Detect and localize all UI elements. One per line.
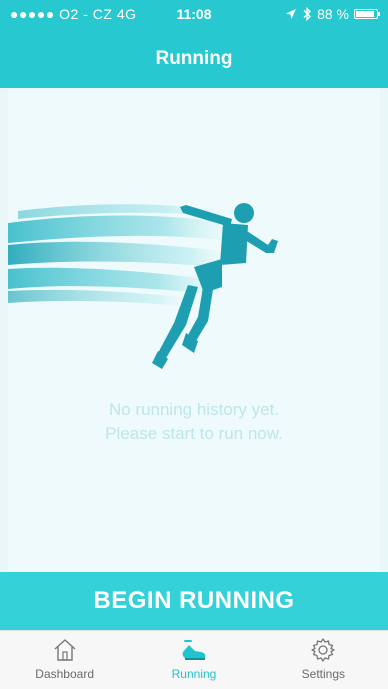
tab-dashboard-label: Dashboard bbox=[35, 667, 95, 681]
bluetooth-icon bbox=[303, 7, 312, 21]
page-title: Running bbox=[155, 48, 233, 69]
running-shoe-icon bbox=[182, 640, 206, 660]
tab-settings[interactable]: Settings bbox=[259, 631, 388, 689]
home-icon bbox=[54, 639, 76, 661]
gear-icon bbox=[311, 638, 335, 662]
tab-dashboard[interactable]: Dashboard bbox=[0, 631, 129, 689]
status-bar: ●●●●● O2 - CZ 4G 11:08 88 % bbox=[0, 0, 388, 28]
tab-settings-label: Settings bbox=[301, 667, 345, 681]
running-screen: ●●●●● O2 - CZ 4G 11:08 88 % Running No r… bbox=[0, 0, 388, 689]
empty-state-line-2: Please start to run now. bbox=[105, 424, 283, 443]
tab-running-label: Running bbox=[171, 667, 217, 681]
main-content: No running history yet. Please start to … bbox=[8, 88, 380, 572]
app-header: ●●●●● O2 - CZ 4G 11:08 88 % Running bbox=[0, 0, 388, 88]
empty-state-line-1: No running history yet. bbox=[108, 400, 280, 419]
tab-bar: Dashboard Running Settings bbox=[0, 630, 388, 689]
empty-state-message: No running history yet. Please start to … bbox=[8, 398, 380, 446]
battery-icon bbox=[354, 9, 380, 19]
status-right: 88 % bbox=[285, 0, 380, 28]
battery-fill bbox=[356, 11, 374, 17]
location-arrow-icon bbox=[286, 9, 297, 19]
battery-percent: 88 % bbox=[317, 6, 349, 22]
begin-running-button[interactable]: BEGIN RUNNING bbox=[0, 572, 388, 630]
tab-running[interactable]: Running bbox=[129, 631, 258, 689]
